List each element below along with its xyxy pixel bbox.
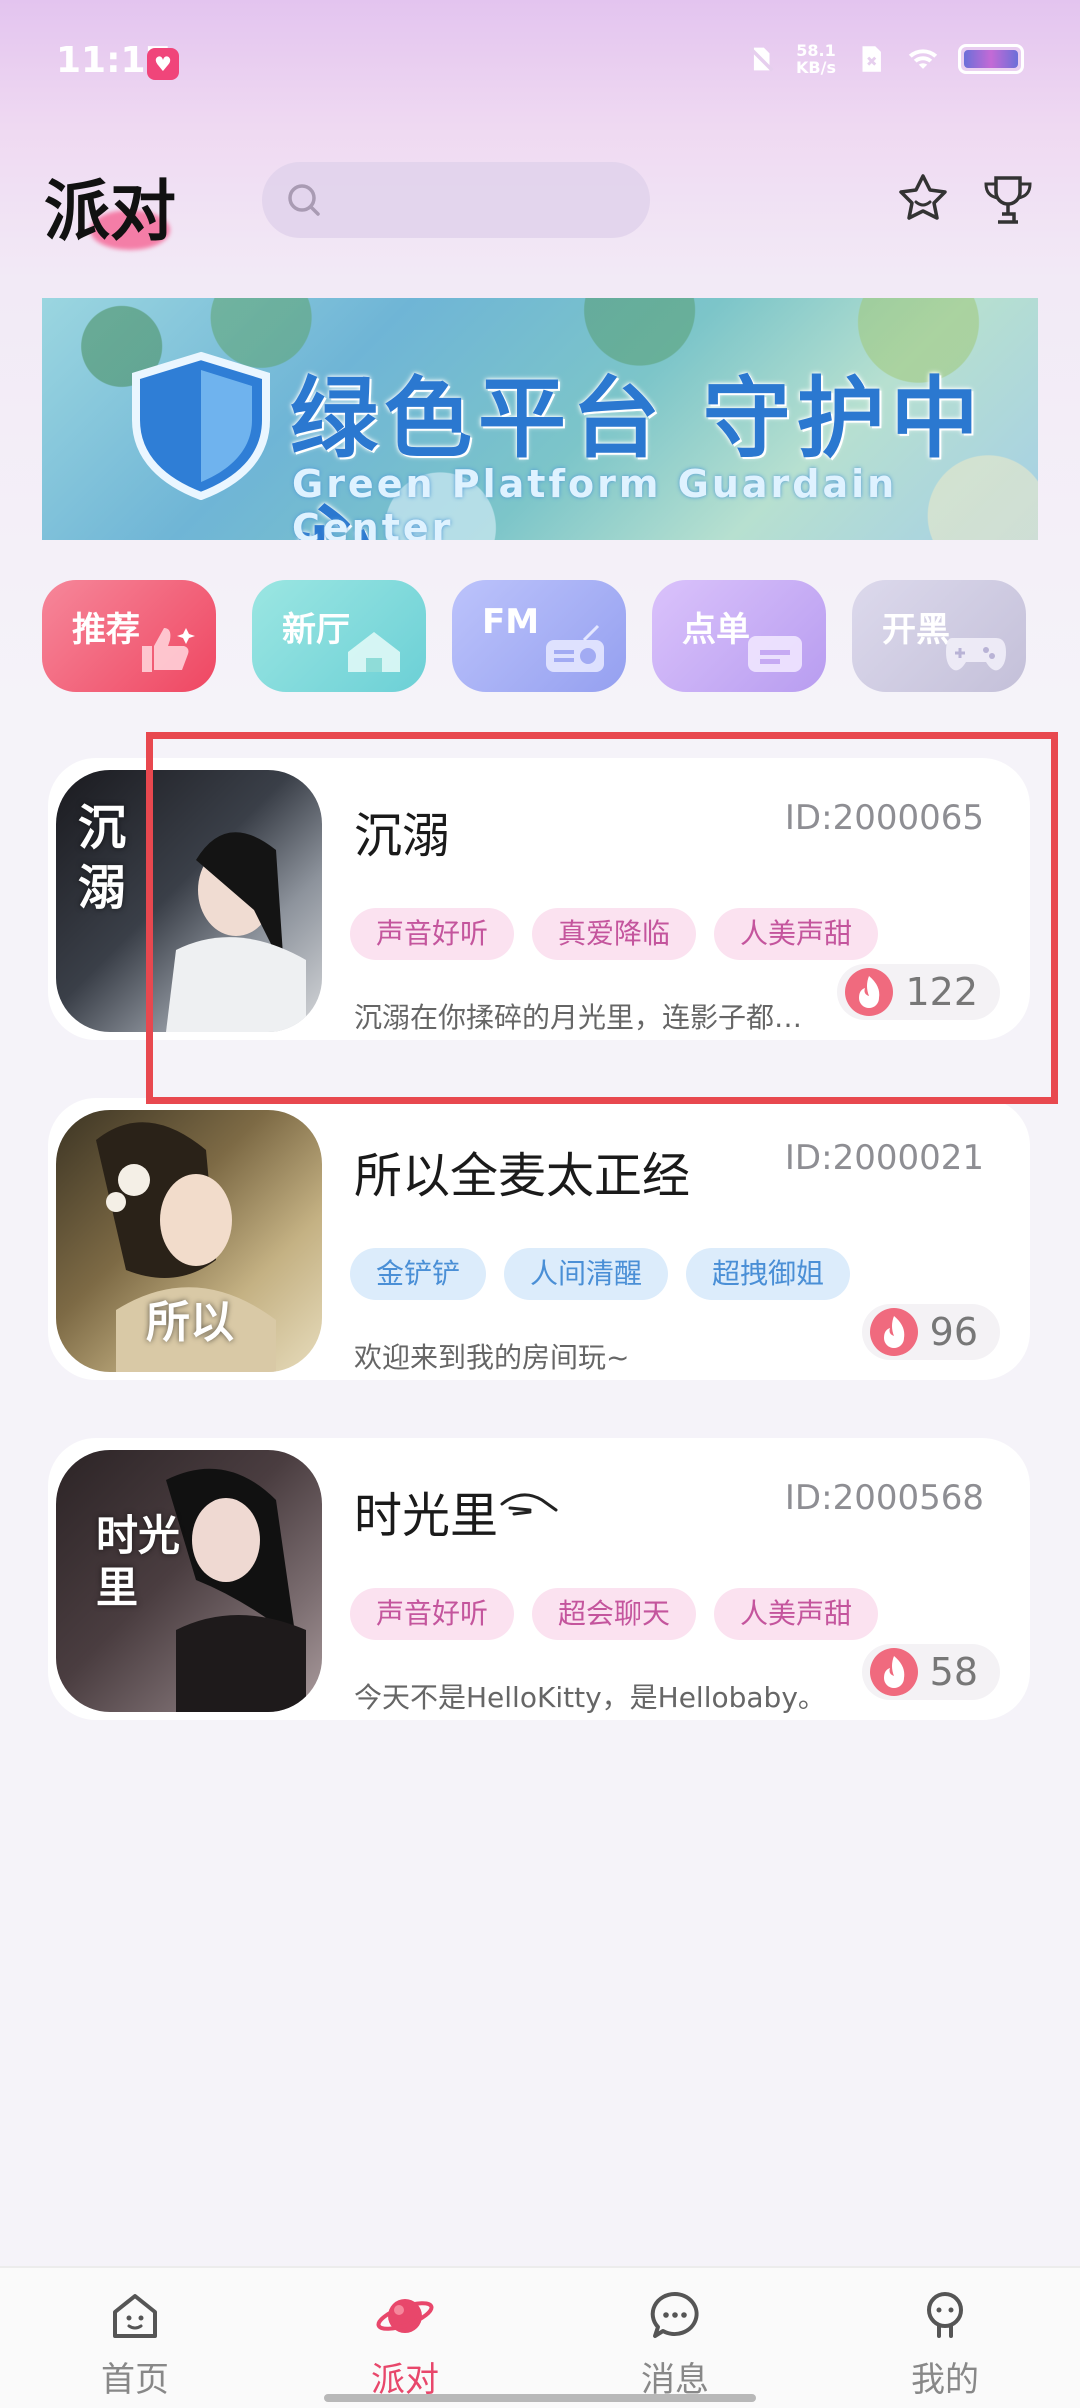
cover-text: 时光里 — [96, 1511, 181, 1612]
guardian-banner[interactable]: 绿色平台 守护中心 Green Platform Guardain Center — [42, 298, 1038, 540]
room-tag: 人美声甜 — [714, 1588, 879, 1640]
battery-icon — [958, 44, 1024, 74]
header: 派对 — [0, 140, 1080, 260]
radio-icon — [546, 624, 604, 672]
name-decoration-icon — [500, 1493, 558, 1516]
category-fm[interactable]: FM — [452, 580, 626, 692]
category-recommend[interactable]: 推荐 — [42, 580, 216, 692]
heat-count: 96 — [929, 1310, 978, 1354]
home-indicator — [324, 2394, 756, 2402]
flame-icon — [869, 1648, 918, 1696]
home-icon — [113, 2294, 157, 2338]
category-order[interactable]: 点单 — [652, 580, 826, 692]
heat-badge: 58 — [861, 1644, 1000, 1700]
room-tag: 声音好听 — [350, 1588, 515, 1640]
room-cover: 沉溺 — [56, 770, 322, 1032]
room-tag: 真爱降临 — [532, 908, 697, 960]
room-tags: 声音好听 真爱降临 人美声甜 — [350, 908, 879, 960]
room-name: 所以全麦太正经 — [354, 1148, 691, 1204]
gamepad-icon — [946, 638, 1006, 671]
trophy-icon[interactable] — [978, 170, 1038, 230]
room-card[interactable]: 时光里 时光里 ID:2000568 声音好听 超会聊天 人美声甜 今天不是He… — [48, 1438, 1030, 1720]
room-tag: 超会聊天 — [532, 1588, 697, 1640]
wifi-icon — [908, 49, 938, 69]
cover-text: 所以 — [146, 1297, 234, 1348]
room-card[interactable]: 沉溺 沉溺 ID:2000065 声音好听 真爱降临 人美声甜 沉溺在你揉碎的月… — [48, 758, 1030, 1040]
room-tags: 声音好听 超会聊天 人美声甜 — [350, 1588, 879, 1640]
page-title: 派对 — [44, 173, 176, 250]
flame-icon — [845, 968, 894, 1016]
category-label: FM — [482, 602, 540, 642]
room-id: ID:2000568 — [784, 1478, 984, 1518]
category-tabs: 推荐 新厅 FM 点单 开黑 — [42, 580, 1042, 696]
room-tag: 人间清醒 — [504, 1248, 669, 1300]
search-icon — [288, 184, 320, 216]
room-tag: 超拽御姐 — [686, 1248, 851, 1300]
category-gaming[interactable]: 开黑 — [852, 580, 1026, 692]
category-new-hall[interactable]: 新厅 — [252, 580, 426, 692]
room-id: ID:2000021 — [784, 1138, 984, 1178]
room-tag: 声音好听 — [350, 908, 515, 960]
nav-label: 我的 — [911, 2360, 979, 2400]
room-cover: 时光里 — [56, 1450, 322, 1712]
room-tag: 人美声甜 — [714, 908, 879, 960]
cover-text: 沉溺 — [78, 800, 127, 916]
room-description: 今天不是HelloKitty，是Hellobaby。 — [354, 1681, 826, 1714]
nav-messages[interactable]: 消息 — [575, 2286, 775, 2401]
thumbs-up-icon — [142, 628, 195, 672]
house-icon — [348, 632, 400, 672]
mute-icon — [748, 46, 774, 72]
heat-count: 58 — [929, 1650, 978, 1694]
room-tag: 金铲铲 — [350, 1248, 487, 1300]
banner-subtitle: Green Platform Guardain Center — [292, 462, 898, 540]
room-tags: 金铲铲 人间清醒 超拽御姐 — [350, 1248, 851, 1300]
app-notification-icon: ♥ — [147, 48, 179, 80]
battery-level — [964, 50, 1018, 68]
network-speed-unit: KB/s — [796, 58, 836, 77]
room-cover: 所以 — [56, 1110, 322, 1372]
shield-icon — [132, 351, 270, 500]
sim-icon — [862, 46, 881, 72]
status-indicators: 58.1 KB/s — [744, 42, 1024, 76]
room-description: 沉溺在你揉碎的月光里，连影子都… — [354, 1001, 803, 1034]
search-input[interactable] — [262, 162, 650, 238]
flame-icon — [869, 1308, 918, 1356]
nav-profile[interactable]: 我的 — [845, 2286, 1045, 2401]
heat-badge: 96 — [861, 1304, 1000, 1360]
nav-party[interactable]: 派对 — [305, 2286, 505, 2401]
room-description: 欢迎来到我的房间玩~ — [354, 1341, 630, 1374]
network-speed-value: 58.1 — [796, 41, 836, 60]
bottom-nav: 首页 派对 消息 我的 — [0, 2266, 1080, 2408]
room-id: ID:2000065 — [784, 798, 984, 838]
room-name: 沉溺 — [354, 808, 451, 864]
network-speed: 58.1 KB/s — [796, 42, 836, 76]
room-card[interactable]: 所以 所以全麦太正经 ID:2000021 金铲铲 人间清醒 超拽御姐 欢迎来到… — [48, 1098, 1030, 1380]
cart-icon — [748, 636, 802, 672]
profile-icon — [927, 2292, 963, 2338]
status-bar: 11:17 ♥ 58.1 KB/s — [0, 0, 1080, 120]
nav-label: 首页 — [101, 2360, 169, 2400]
message-icon — [650, 2291, 699, 2338]
star-icon[interactable] — [893, 170, 953, 230]
heat-count: 122 — [905, 970, 978, 1014]
room-name: 时光里 — [354, 1488, 499, 1544]
planet-icon — [376, 2299, 434, 2333]
heat-badge: 122 — [837, 964, 1000, 1020]
nav-home[interactable]: 首页 — [35, 2286, 235, 2401]
